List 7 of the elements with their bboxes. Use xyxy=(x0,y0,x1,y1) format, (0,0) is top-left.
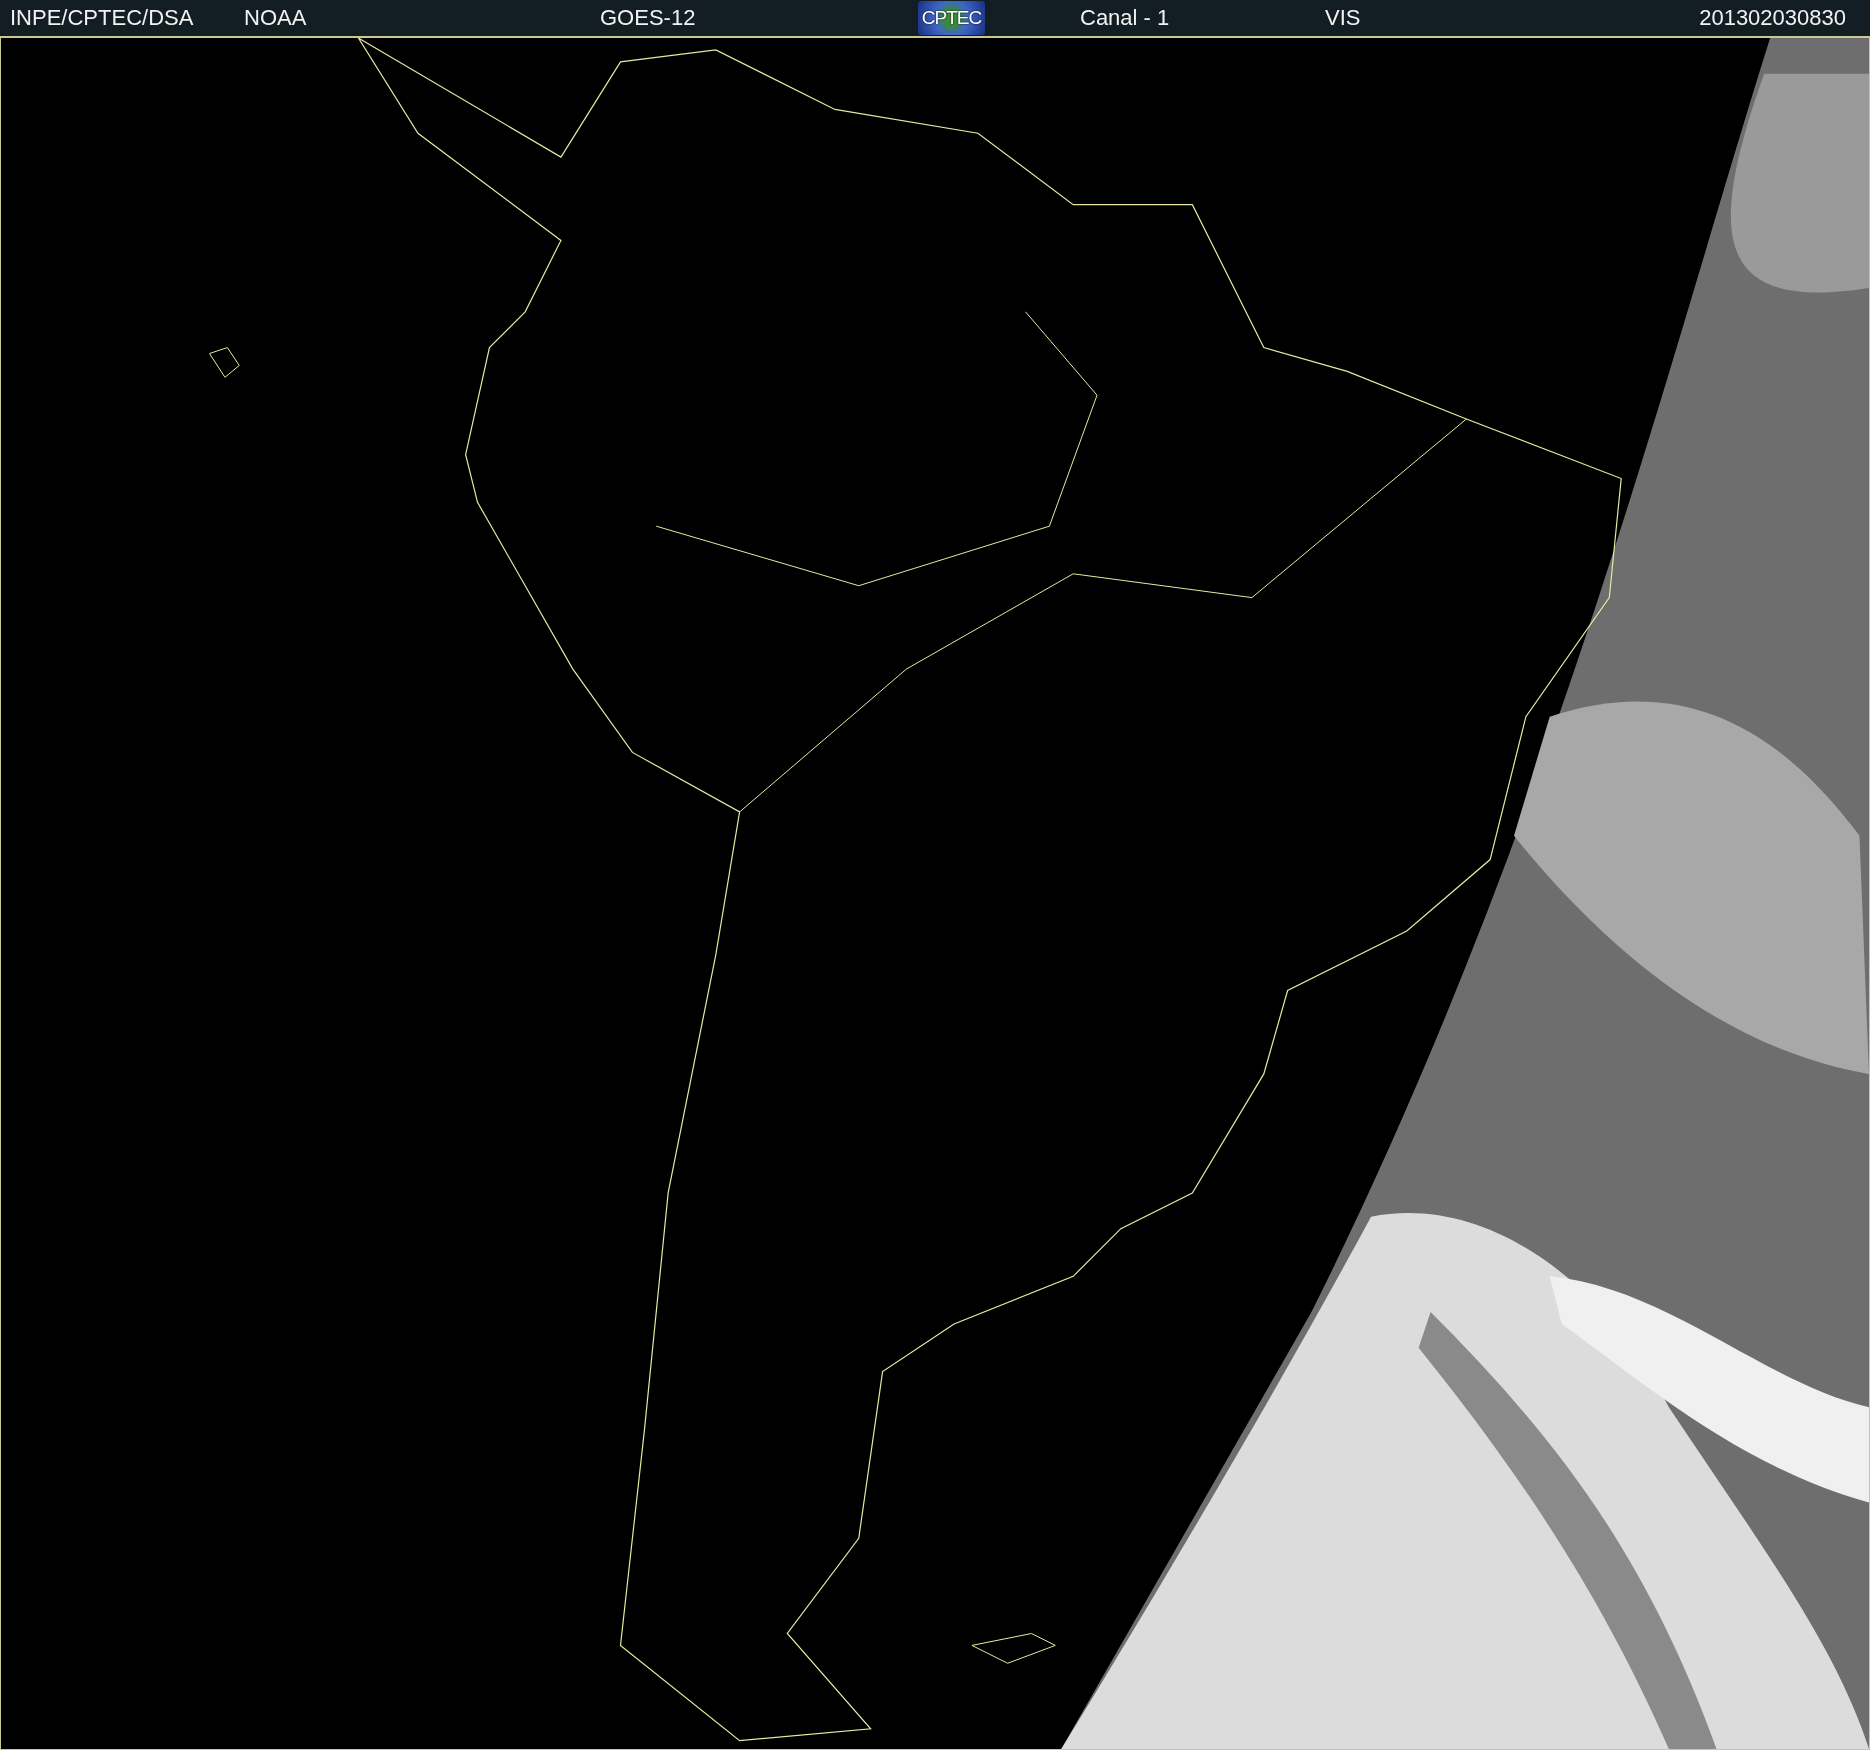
agency-label: NOAA xyxy=(244,5,308,31)
satellite-label: GOES-12 xyxy=(600,5,697,31)
timestamp-label: 201302030830 xyxy=(1699,5,1846,31)
logo: CPTEC xyxy=(918,1,985,35)
band-label: VIS xyxy=(1325,5,1362,31)
source-label: INPE/CPTEC/DSA xyxy=(10,5,195,31)
channel-label: Canal - 1 xyxy=(1080,5,1171,31)
